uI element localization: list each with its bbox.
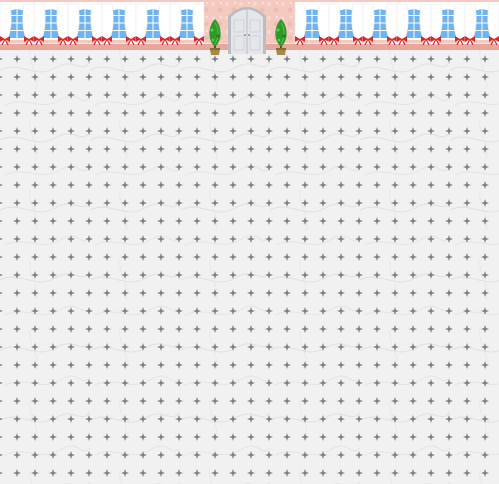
curtained-window-icon	[396, 2, 432, 46]
window-left-6	[169, 2, 205, 46]
window-left-5	[135, 2, 171, 46]
floor-tiles	[0, 50, 499, 484]
window-left-4	[101, 2, 137, 46]
curtained-window-icon	[328, 2, 364, 46]
double-door-icon	[228, 7, 266, 54]
window-left-2	[33, 2, 69, 46]
window-right-2	[328, 2, 364, 46]
potted-topiary-icon	[209, 19, 221, 55]
curtained-window-icon	[135, 2, 171, 46]
window-right-1	[294, 2, 330, 46]
potted-topiary-right[interactable]	[273, 18, 289, 56]
window-right-6	[464, 2, 499, 46]
window-right-3	[362, 2, 398, 46]
window-right-5	[430, 2, 466, 46]
curtained-window-icon	[430, 2, 466, 46]
curtained-window-icon	[101, 2, 137, 46]
double-door[interactable]	[226, 2, 268, 54]
curtained-window-icon	[33, 2, 69, 46]
curtained-window-icon	[67, 2, 103, 46]
game-room-scene	[0, 0, 499, 484]
curtained-window-icon	[362, 2, 398, 46]
curtained-window-icon	[0, 2, 35, 46]
window-right-4	[396, 2, 432, 46]
curtained-window-icon	[169, 2, 205, 46]
tiled-floor	[0, 50, 499, 484]
curtained-window-icon	[294, 2, 330, 46]
curtained-window-icon	[464, 2, 499, 46]
potted-topiary-left[interactable]	[207, 18, 223, 56]
window-left-1	[0, 2, 35, 46]
window-left-3	[67, 2, 103, 46]
potted-topiary-icon	[275, 19, 287, 55]
